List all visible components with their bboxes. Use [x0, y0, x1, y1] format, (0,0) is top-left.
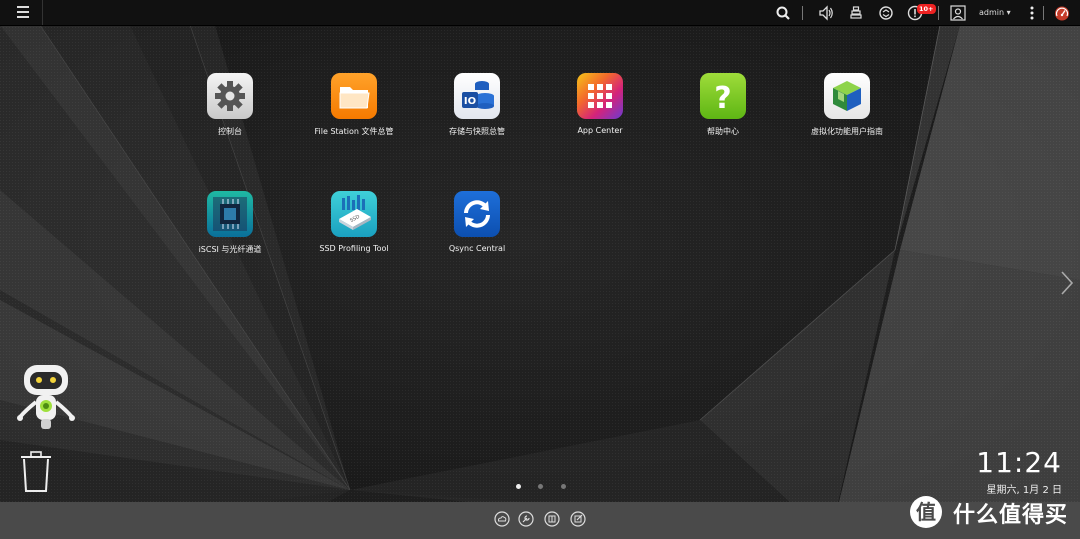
svg-text:?: ?: [714, 81, 731, 116]
chip-icon: [207, 191, 253, 237]
app-label: File Station 文件总管: [314, 127, 394, 136]
app-file-station[interactable]: File Station 文件总管: [294, 73, 414, 137]
sync-icon[interactable]: [877, 4, 895, 22]
grid-icon: [577, 73, 623, 119]
question-icon: ?: [700, 73, 746, 119]
book-icon[interactable]: [544, 511, 560, 527]
page-dot[interactable]: [538, 484, 543, 489]
app-label: 存储与快照总管: [449, 127, 505, 136]
app-control-panel[interactable]: 控制台: [170, 73, 290, 137]
app-qsync-central[interactable]: Qsync Central: [417, 191, 537, 253]
cube-icon: [824, 73, 870, 119]
app-label: 帮助中心: [707, 127, 739, 136]
app-help-center[interactable]: ? 帮助中心: [663, 73, 783, 137]
cloud-icon[interactable]: [494, 511, 510, 527]
user-menu-button[interactable]: admin ▾: [979, 8, 1011, 17]
topbar-divider: [802, 6, 803, 20]
gauge-icon[interactable]: [1053, 4, 1071, 22]
trash-icon[interactable]: [18, 450, 54, 494]
app-label: App Center: [577, 126, 623, 135]
app-label: iSCSI 与光纤通道: [198, 245, 262, 254]
watermark-text: 什么值得买: [953, 503, 1069, 528]
folder-icon: [331, 73, 377, 119]
svg-text:值: 值: [916, 500, 936, 524]
helper-robot-icon[interactable]: [14, 362, 78, 434]
gear-icon: [207, 73, 253, 119]
main-menu-button[interactable]: [0, 0, 43, 25]
svg-text:IO: IO: [464, 96, 476, 107]
page-dot[interactable]: [561, 484, 566, 489]
topbar-divider: [1043, 6, 1044, 20]
app-label: Qsync Central: [448, 244, 506, 253]
app-label: SSD Profiling Tool: [319, 244, 389, 253]
next-page-arrow-icon[interactable]: [1060, 270, 1074, 296]
app-ssd-profiling-tool[interactable]: SSD SSD Profiling Tool: [294, 191, 414, 253]
app-label: 虚拟化功能用户指南: [811, 127, 883, 136]
stack-icon[interactable]: [847, 4, 865, 22]
tools-icon[interactable]: [518, 511, 534, 527]
search-icon[interactable]: [774, 4, 792, 22]
app-iscsi-fibre-channel[interactable]: iSCSI 与光纤通道: [170, 191, 290, 255]
app-label: 控制台: [218, 127, 242, 136]
clock-date: 星期六, 1月 2 日: [986, 485, 1062, 496]
user-icon[interactable]: [949, 4, 967, 22]
clock-time: 11:24: [976, 446, 1062, 479]
volume-icon[interactable]: [817, 4, 835, 22]
page-dot-active[interactable]: [516, 484, 521, 489]
topbar-divider: [938, 6, 939, 20]
ssd-icon: SSD: [331, 191, 377, 237]
app-virtualization-guide[interactable]: 虚拟化功能用户指南: [787, 73, 907, 137]
notification-badge: 10+: [917, 4, 936, 14]
more-vertical-icon[interactable]: [1023, 4, 1041, 22]
storage-icon: IO: [454, 73, 500, 119]
app-storage-snapshots[interactable]: IO 存储与快照总管: [417, 73, 537, 137]
edit-icon[interactable]: [570, 511, 586, 527]
app-app-center[interactable]: App Center: [540, 73, 660, 135]
qsync-icon: [454, 191, 500, 237]
